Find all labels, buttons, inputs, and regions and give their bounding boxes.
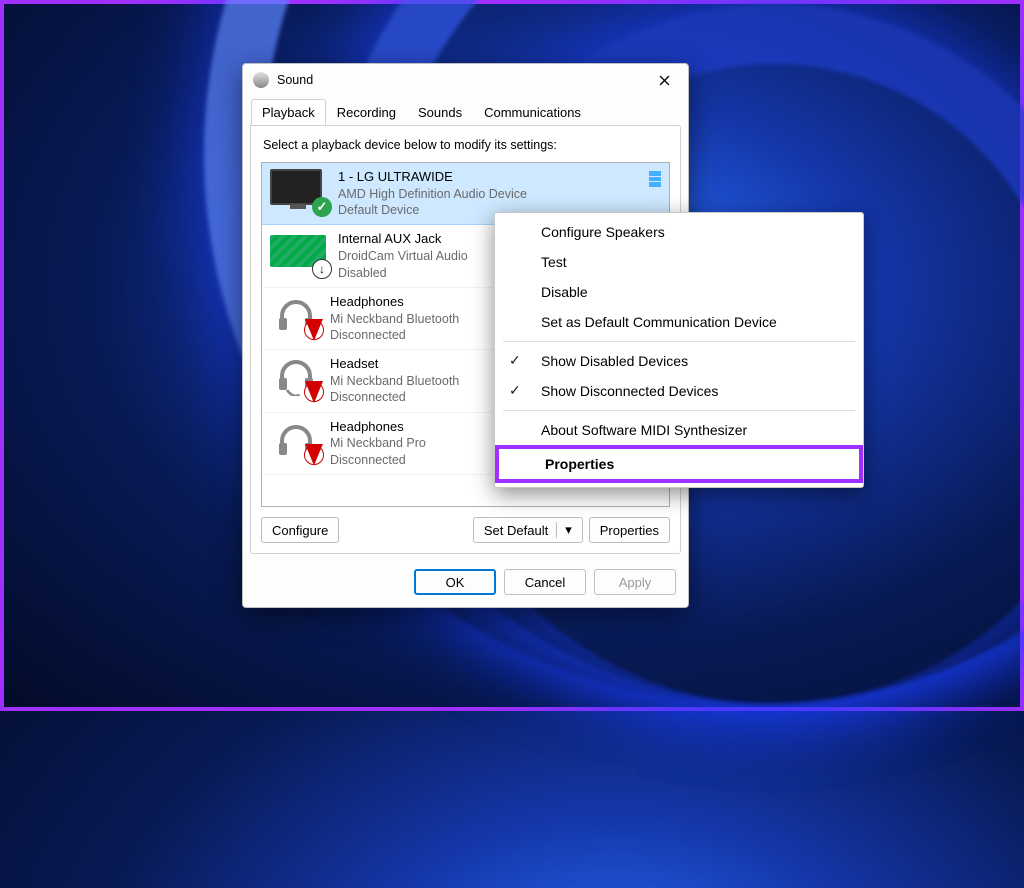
- device-name: 1 - LG ULTRAWIDE: [338, 169, 637, 186]
- menu-properties[interactable]: Properties: [495, 445, 863, 483]
- tab-sounds[interactable]: Sounds: [407, 99, 473, 125]
- disabled-badge-icon: ↓: [312, 259, 332, 279]
- disconnected-badge-icon: [304, 382, 324, 402]
- disconnected-badge-icon: [304, 320, 324, 340]
- close-button[interactable]: [650, 66, 678, 94]
- menu-about-midi[interactable]: About Software MIDI Synthesizer: [495, 415, 863, 445]
- default-badge-icon: ✓: [312, 197, 332, 217]
- speaker-icon: [253, 72, 269, 88]
- disconnected-badge-icon: [304, 445, 324, 465]
- titlebar: Sound: [243, 64, 688, 96]
- menu-show-disabled[interactable]: Show Disabled Devices: [495, 346, 863, 376]
- device-icon: [274, 294, 318, 334]
- set-default-button[interactable]: Set Default ▾: [473, 517, 583, 543]
- tab-strip: Playback Recording Sounds Communications: [243, 96, 688, 125]
- ok-button[interactable]: OK: [414, 569, 496, 595]
- device-icon: ↓: [270, 231, 326, 273]
- menu-separator: [503, 410, 855, 411]
- menu-show-disconnected[interactable]: Show Disconnected Devices: [495, 376, 863, 406]
- configure-button[interactable]: Configure: [261, 517, 339, 543]
- menu-configure-speakers[interactable]: Configure Speakers: [495, 217, 863, 247]
- panel-button-row: Configure Set Default ▾ Properties: [261, 517, 670, 543]
- cancel-button[interactable]: Cancel: [504, 569, 586, 595]
- menu-disable[interactable]: Disable: [495, 277, 863, 307]
- device-desc: AMD High Definition Audio Device: [338, 186, 637, 202]
- level-meter-icon: [649, 169, 661, 215]
- chevron-down-icon: ▾: [565, 522, 572, 538]
- menu-separator: [503, 341, 855, 342]
- menu-set-default-comm[interactable]: Set as Default Communication Device: [495, 307, 863, 337]
- set-default-label: Set Default: [484, 523, 548, 538]
- device-icon: [274, 419, 318, 459]
- device-icon: [274, 356, 318, 396]
- window-title: Sound: [277, 73, 650, 87]
- tab-playback[interactable]: Playback: [251, 99, 326, 125]
- tab-communications[interactable]: Communications: [473, 99, 592, 125]
- apply-button[interactable]: Apply: [594, 569, 676, 595]
- device-icon: ✓: [270, 169, 326, 211]
- menu-test[interactable]: Test: [495, 247, 863, 277]
- tab-recording[interactable]: Recording: [326, 99, 407, 125]
- instruction-text: Select a playback device below to modify…: [263, 138, 670, 152]
- close-icon: [659, 75, 670, 86]
- properties-button[interactable]: Properties: [589, 517, 670, 543]
- device-context-menu: Configure Speakers Test Disable Set as D…: [494, 212, 864, 488]
- dialog-footer: OK Cancel Apply: [243, 561, 688, 607]
